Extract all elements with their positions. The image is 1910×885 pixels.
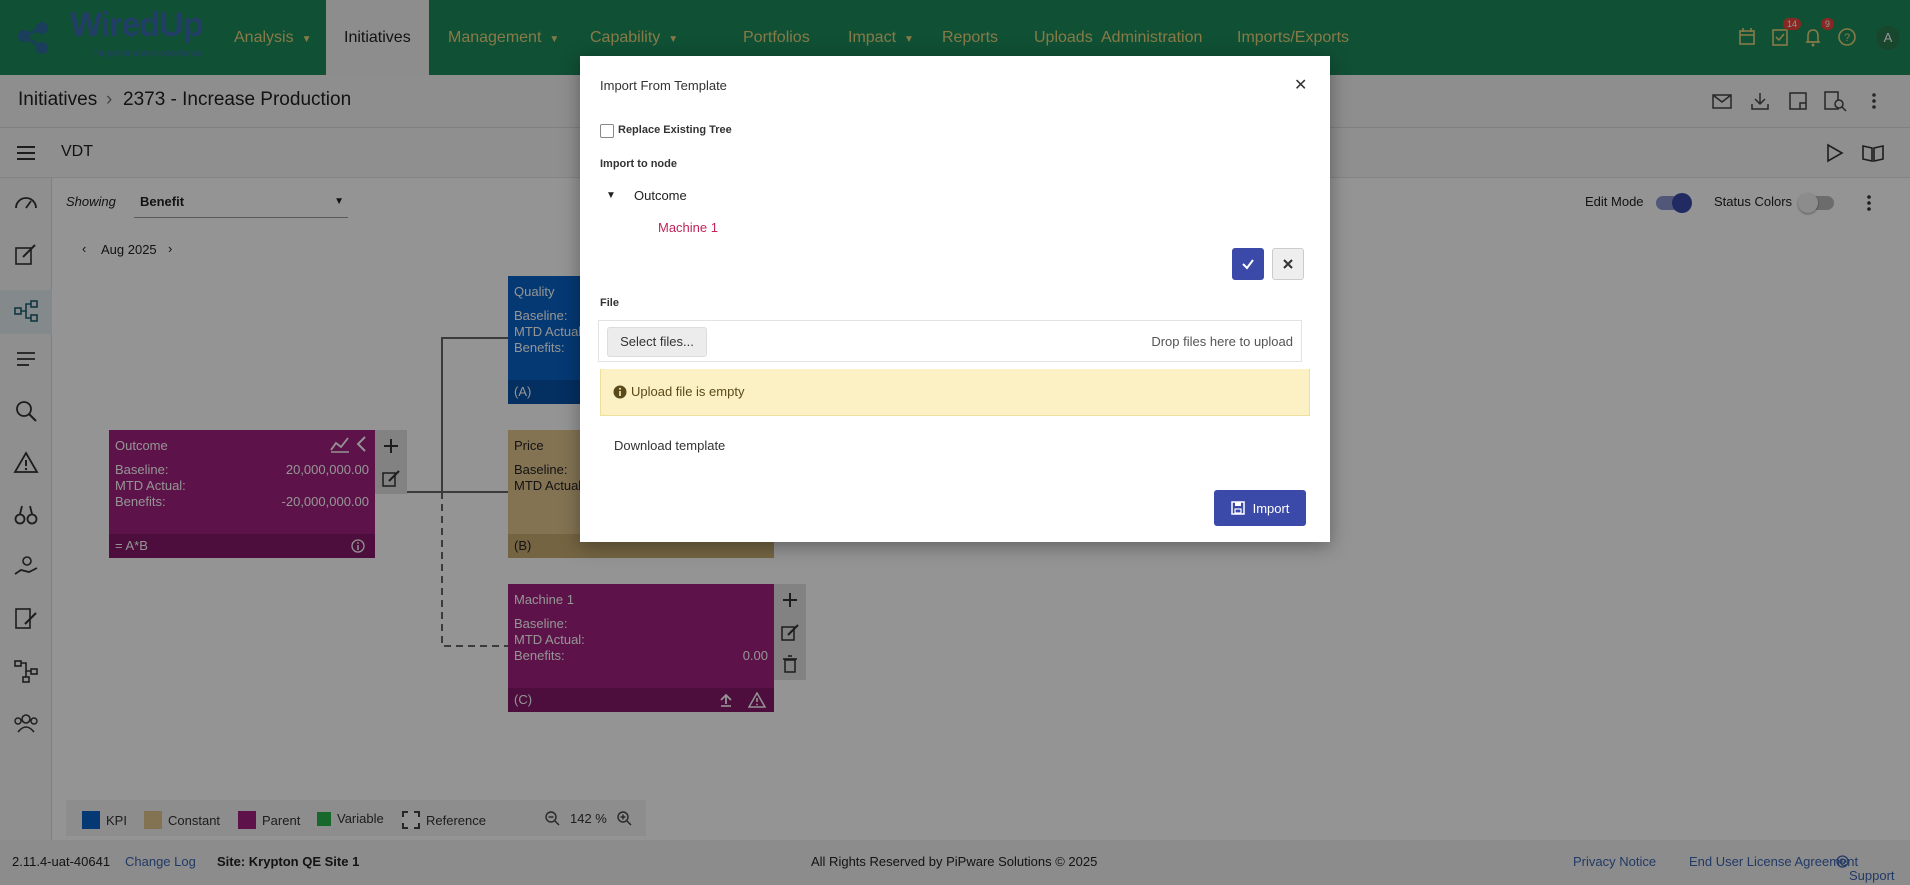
- download-template-link[interactable]: Download template: [614, 438, 725, 453]
- tree-node-machine-1[interactable]: Machine 1: [658, 220, 718, 235]
- tree-node-outcome[interactable]: Outcome: [634, 188, 687, 203]
- file-dropzone[interactable]: Select files... Drop files here to uploa…: [598, 320, 1302, 362]
- replace-tree-checkbox[interactable]: [600, 124, 614, 138]
- select-files-button[interactable]: Select files...: [607, 327, 707, 357]
- close-icon[interactable]: ✕: [1294, 75, 1307, 95]
- file-upload-section: File Select files... Drop files here to …: [590, 285, 1310, 369]
- file-label: File: [600, 297, 619, 309]
- cancel-button[interactable]: [1272, 248, 1304, 280]
- replace-tree-label: Replace Existing Tree: [618, 124, 732, 136]
- info-icon: [613, 385, 627, 399]
- drop-hint: Drop files here to upload: [1151, 334, 1293, 349]
- close-icon: [1283, 259, 1293, 269]
- dialog-title: Import From Template: [600, 78, 727, 93]
- confirm-button[interactable]: [1232, 248, 1264, 280]
- warning-text: Upload file is empty: [631, 384, 745, 399]
- save-icon: [1230, 501, 1245, 515]
- check-icon: [1242, 259, 1254, 270]
- tree-expand-icon[interactable]: ▼: [606, 190, 616, 201]
- import-to-node-label: Import to node: [600, 158, 677, 170]
- upload-warning: Upload file is empty: [600, 368, 1310, 416]
- import-button[interactable]: Import: [1214, 490, 1306, 526]
- import-button-label: Import: [1252, 500, 1290, 516]
